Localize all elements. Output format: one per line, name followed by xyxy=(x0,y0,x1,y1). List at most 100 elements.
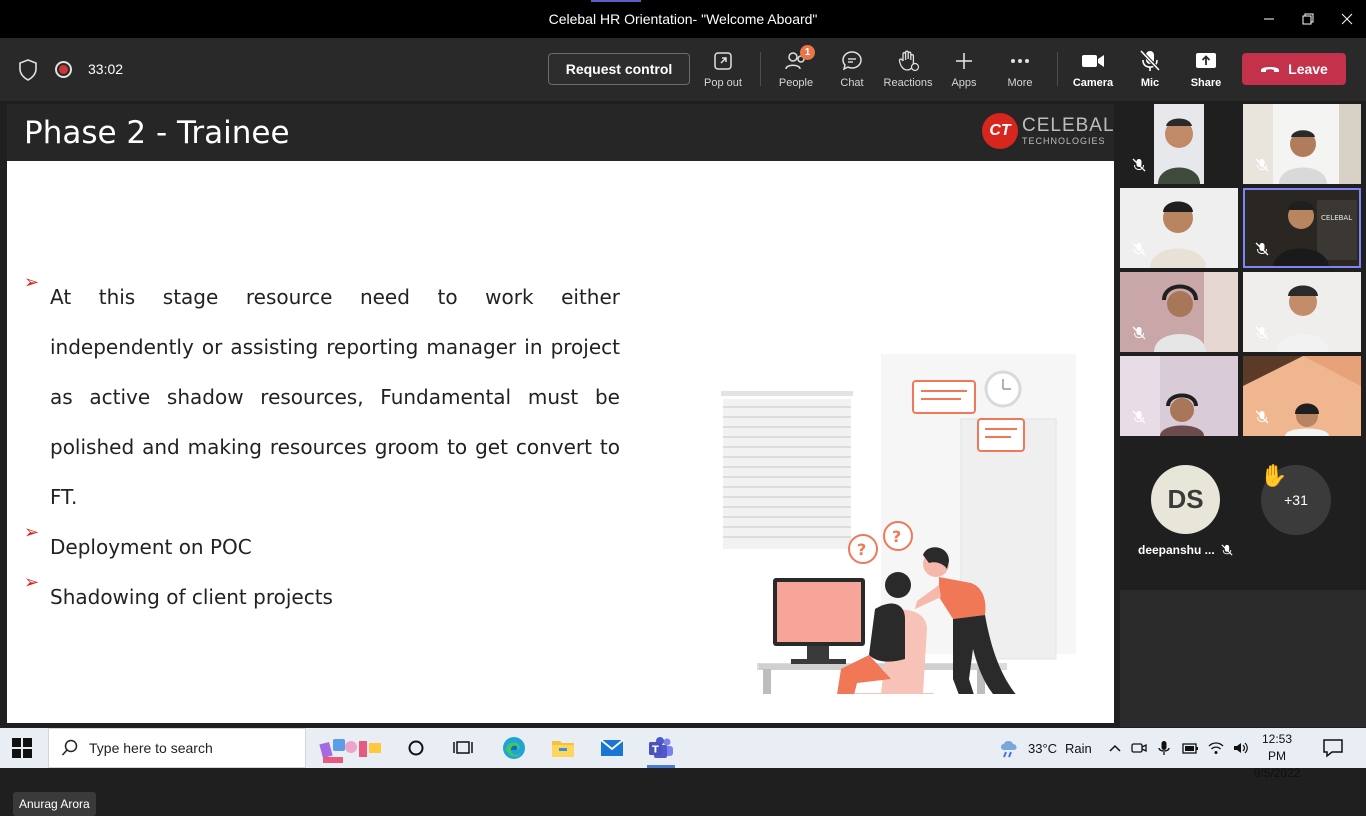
search-placeholder: Type here to search xyxy=(89,740,213,756)
taskbar-search-box[interactable]: Type here to search xyxy=(48,728,306,768)
camera-label: Camera xyxy=(1072,77,1114,89)
pop-out-icon xyxy=(710,48,736,74)
edge-browser-icon[interactable] xyxy=(492,728,536,768)
mic-off-icon xyxy=(1255,410,1269,424)
weather-condition: Rain xyxy=(1065,740,1092,756)
people-label: People xyxy=(778,77,814,89)
bullet-arrow-icon: ➢ xyxy=(24,272,40,293)
minimize-icon xyxy=(1263,18,1274,20)
wifi-icon[interactable] xyxy=(1208,741,1224,755)
more-icon xyxy=(1007,48,1033,74)
hang-up-icon xyxy=(1261,67,1280,72)
chevron-up-icon[interactable] xyxy=(1108,743,1122,753)
shield-icon[interactable] xyxy=(18,59,38,81)
participant-video xyxy=(1120,356,1238,436)
battery-icon[interactable] xyxy=(1181,741,1199,755)
recording-icon xyxy=(55,61,72,78)
teams-app-icon[interactable]: T xyxy=(639,728,683,768)
chat-icon xyxy=(839,48,865,74)
participant-avatar[interactable]: DS xyxy=(1151,465,1220,534)
meet-now-icon[interactable] xyxy=(1131,741,1147,755)
pop-out-button[interactable]: Pop out xyxy=(693,48,753,94)
windows-start-icon[interactable] xyxy=(12,738,32,758)
participant-video-tile[interactable] xyxy=(1120,356,1238,436)
mail-icon[interactable] xyxy=(590,728,634,768)
logo-subtitle: TECHNOLOGIES xyxy=(1022,136,1106,146)
cortana-icon[interactable] xyxy=(394,728,438,768)
participant-video-tile[interactable] xyxy=(1120,188,1238,268)
svg-text:?: ? xyxy=(857,540,866,559)
window-title-bar: Celebal HR Orientation- "Welcome Aboard" xyxy=(0,0,1366,38)
bullet-text: Shadowing of client projects xyxy=(50,585,333,609)
active-speaker-tile[interactable]: CELEBAL xyxy=(1243,188,1361,268)
bullet-text: Deployment on POC xyxy=(50,535,252,559)
request-control-button[interactable]: Request control xyxy=(548,53,690,85)
mic-off-icon xyxy=(1132,242,1146,256)
leave-button[interactable]: Leave xyxy=(1242,53,1346,85)
people-count-badge: 1 xyxy=(800,45,815,60)
mic-off-icon xyxy=(1221,544,1233,556)
task-view-icon[interactable] xyxy=(441,728,485,768)
people-button[interactable]: 1 People xyxy=(766,45,826,94)
plus-icon xyxy=(951,48,977,74)
mic-off-icon xyxy=(1255,158,1269,172)
reactions-hand-icon xyxy=(895,48,921,74)
maximize-button[interactable] xyxy=(1288,0,1327,38)
participant-video-tile[interactable] xyxy=(1120,272,1238,352)
share-icon xyxy=(1193,48,1219,74)
file-explorer-icon[interactable] xyxy=(541,728,585,768)
camera-button[interactable]: Camera xyxy=(1063,48,1123,94)
presentation-slide: Phase 2 - Trainee CT CELEBAL TECHNOLOGIE… xyxy=(7,104,1114,723)
weather-widget[interactable]: 33°C Rain xyxy=(998,728,1092,768)
participant-video-tile[interactable] xyxy=(1120,104,1238,184)
close-button[interactable] xyxy=(1327,0,1366,38)
participant-video xyxy=(1120,272,1238,352)
bullet-item: ➢ Shadowing of client projects xyxy=(24,572,620,622)
participant-video-tile[interactable] xyxy=(1243,272,1361,352)
minimize-button[interactable] xyxy=(1249,0,1288,38)
microphone-tray-icon[interactable] xyxy=(1156,740,1172,756)
search-highlights-icon[interactable] xyxy=(312,728,392,768)
participant-video-tile[interactable] xyxy=(1243,104,1361,184)
slide-header: Phase 2 - Trainee CT CELEBAL TECHNOLOGIE… xyxy=(7,104,1114,161)
chat-label: Chat xyxy=(840,77,864,89)
bullet-item: ➢ At this stage resource need to work ei… xyxy=(24,272,620,522)
reactions-button[interactable]: Reactions xyxy=(878,48,938,94)
participant-video xyxy=(1243,356,1361,436)
participants-gallery: CELEBAL DS deepanshu ... +31 ✋ xyxy=(1120,101,1366,727)
weather-temperature: 33°C xyxy=(1028,740,1058,756)
window-title: Celebal HR Orientation- "Welcome Aboard" xyxy=(548,11,818,27)
logo-name: CELEBAL xyxy=(1022,115,1114,136)
bullet-arrow-icon: ➢ xyxy=(24,522,40,543)
chat-button[interactable]: Chat xyxy=(822,48,882,94)
rain-cloud-icon xyxy=(1001,741,1017,758)
more-label: More xyxy=(1007,77,1033,89)
mic-off-icon xyxy=(1255,242,1269,256)
participant-name: deepanshu ... xyxy=(1138,543,1215,557)
camera-icon xyxy=(1080,48,1106,74)
more-button[interactable]: More xyxy=(990,48,1050,94)
clock-time: 12:53 PM xyxy=(1261,732,1293,763)
share-button[interactable]: Share xyxy=(1176,48,1236,94)
taskbar-clock[interactable]: 12:53 PM 9/5/2022 xyxy=(1252,731,1302,782)
mic-off-icon xyxy=(1132,410,1146,424)
toolbar-divider xyxy=(1057,52,1058,86)
people-icon: 1 xyxy=(783,45,815,74)
mic-button[interactable]: Mic xyxy=(1120,48,1180,94)
title-accent xyxy=(591,0,641,2)
participant-video-tile[interactable] xyxy=(1243,356,1361,436)
notifications-icon[interactable] xyxy=(1322,738,1344,758)
system-tray xyxy=(1108,728,1249,768)
svg-text:?: ? xyxy=(892,527,901,546)
logo-mark: CT xyxy=(982,113,1018,149)
window-blinds xyxy=(721,391,853,549)
apps-button[interactable]: Apps xyxy=(934,48,994,94)
mic-off-icon xyxy=(1132,326,1146,340)
close-icon xyxy=(1341,13,1352,25)
pop-out-label: Pop out xyxy=(704,77,742,89)
leave-label: Leave xyxy=(1288,61,1328,77)
presenter-name-tag: Anurag Arora xyxy=(13,792,96,816)
volume-icon[interactable] xyxy=(1233,741,1249,755)
mic-off-icon xyxy=(1137,48,1163,74)
slide-title: Phase 2 - Trainee xyxy=(24,115,290,151)
